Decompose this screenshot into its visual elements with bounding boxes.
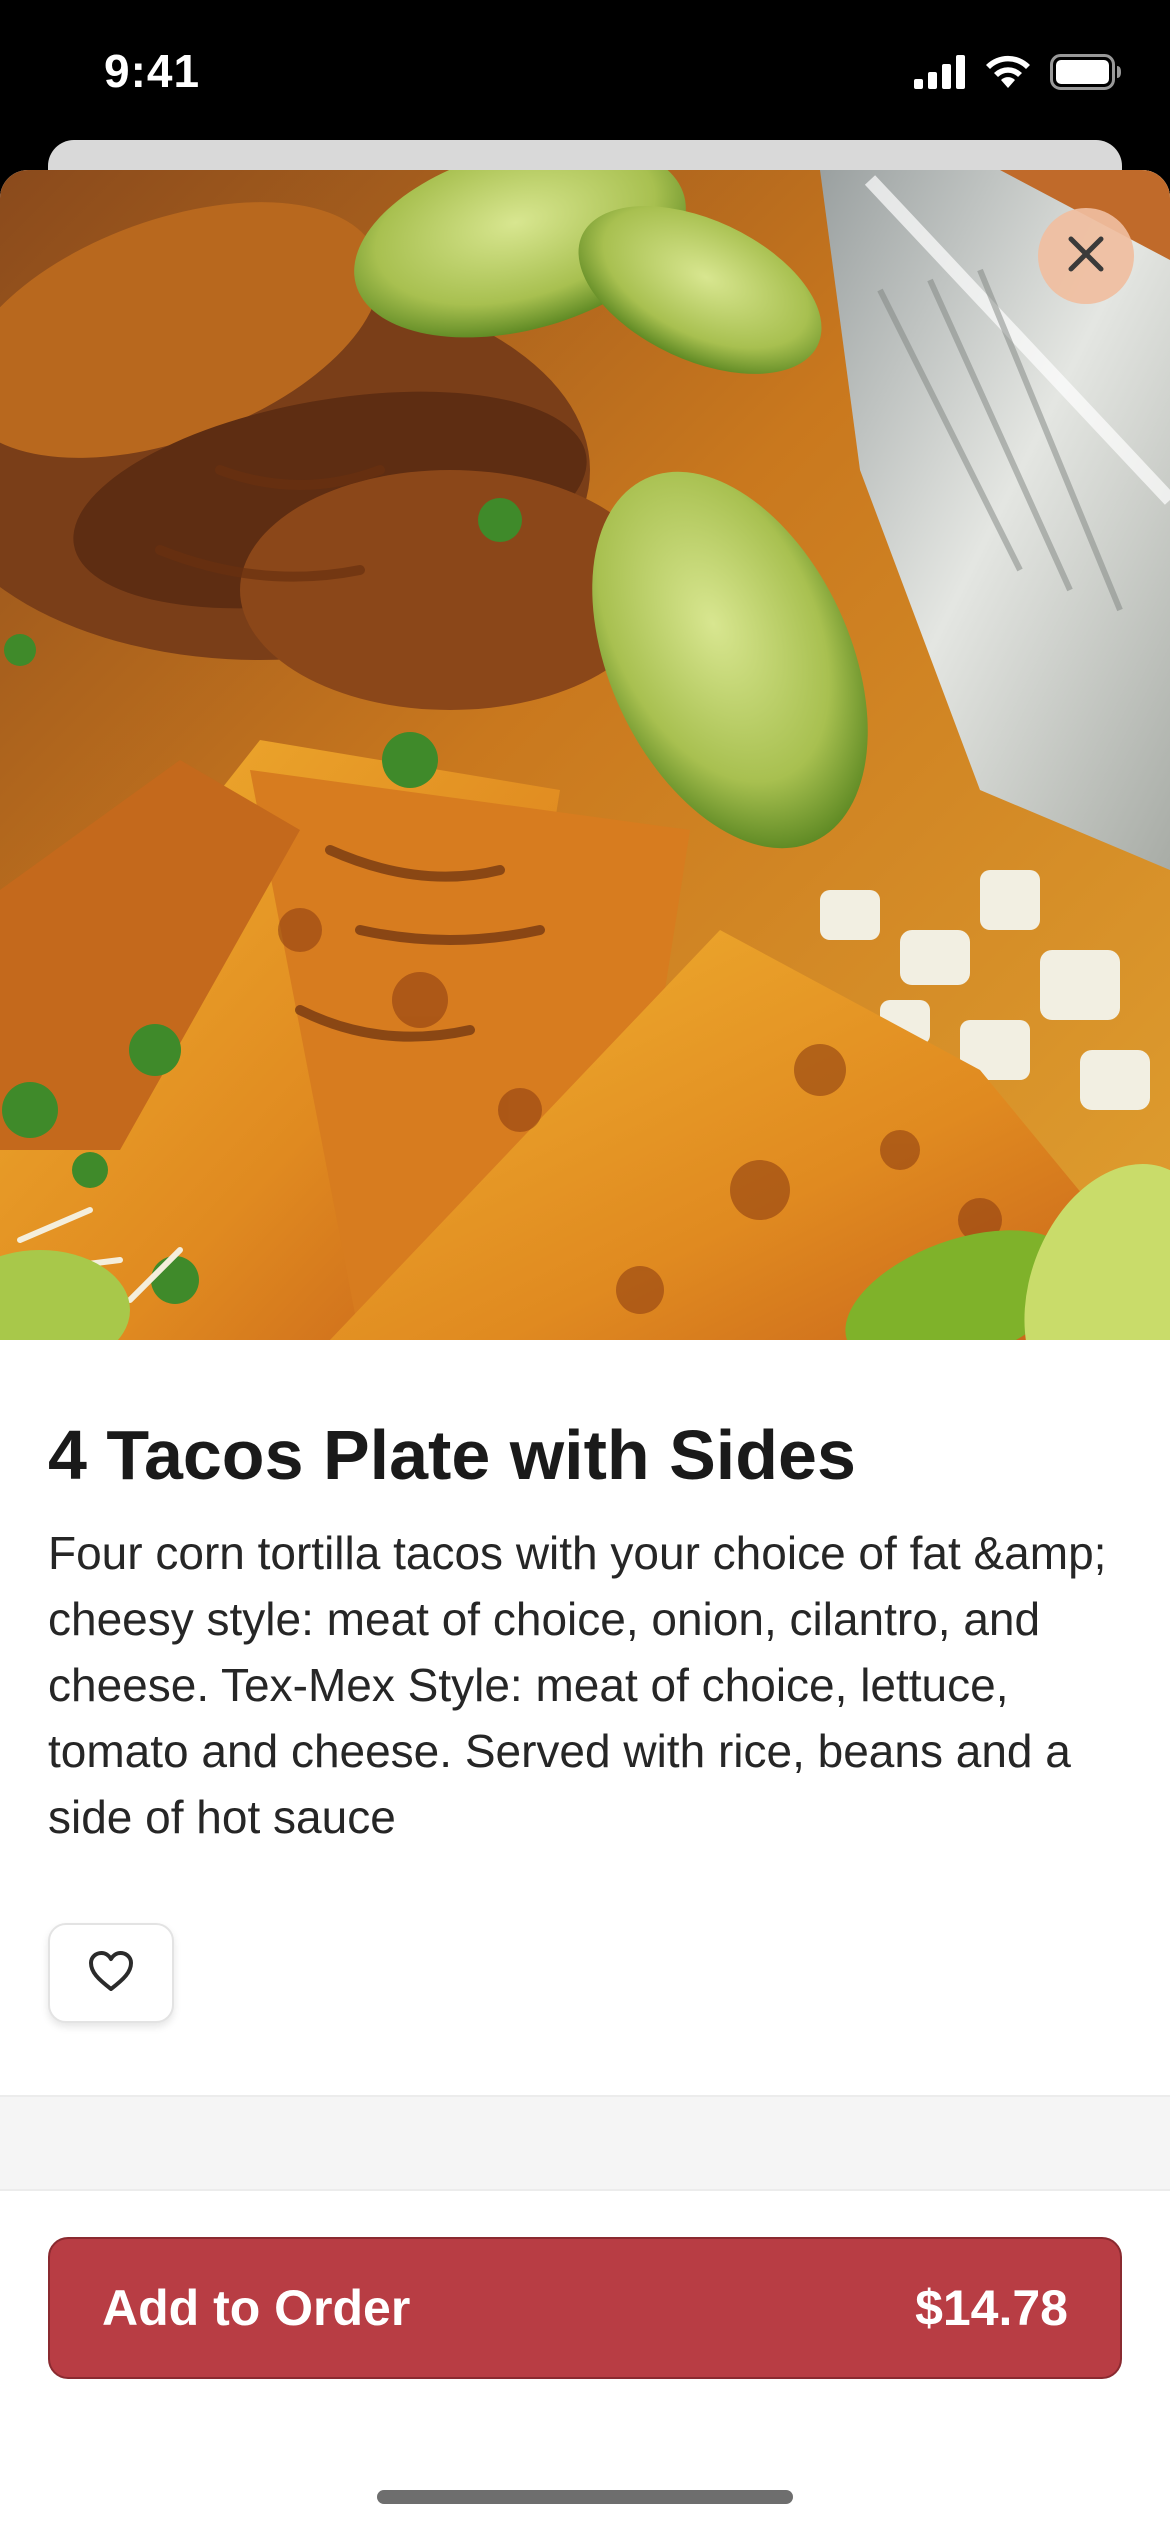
- close-icon: [1065, 233, 1107, 280]
- status-bar: 9:41: [0, 0, 1170, 150]
- close-button[interactable]: [1038, 208, 1134, 304]
- wifi-icon: [984, 54, 1032, 95]
- price-label: $14.78: [915, 2280, 1068, 2336]
- favorite-button[interactable]: [48, 1923, 174, 2023]
- phone-screen: 9:41 4 Tacos Plate with Sides Four corn …: [0, 0, 1170, 2532]
- item-title: 4 Tacos Plate with Sides: [48, 1416, 856, 1494]
- add-to-order-button[interactable]: Add to Order $14.78: [48, 2237, 1122, 2379]
- battery-icon: [1050, 54, 1122, 95]
- status-icons: [914, 54, 1122, 95]
- item-description: Four corn tortilla tacos with your choic…: [48, 1527, 1107, 1843]
- item-detail-sheet: 4 Tacos Plate with Sides Four corn torti…: [0, 170, 1170, 2532]
- food-photo: [0, 170, 1170, 1340]
- heart-icon: [88, 1950, 134, 1997]
- section-divider: [0, 2095, 1170, 2191]
- cellular-signal-icon: [914, 55, 966, 94]
- status-time: 9:41: [104, 45, 201, 97]
- home-indicator[interactable]: [377, 2490, 793, 2504]
- add-to-order-label: Add to Order: [102, 2280, 411, 2336]
